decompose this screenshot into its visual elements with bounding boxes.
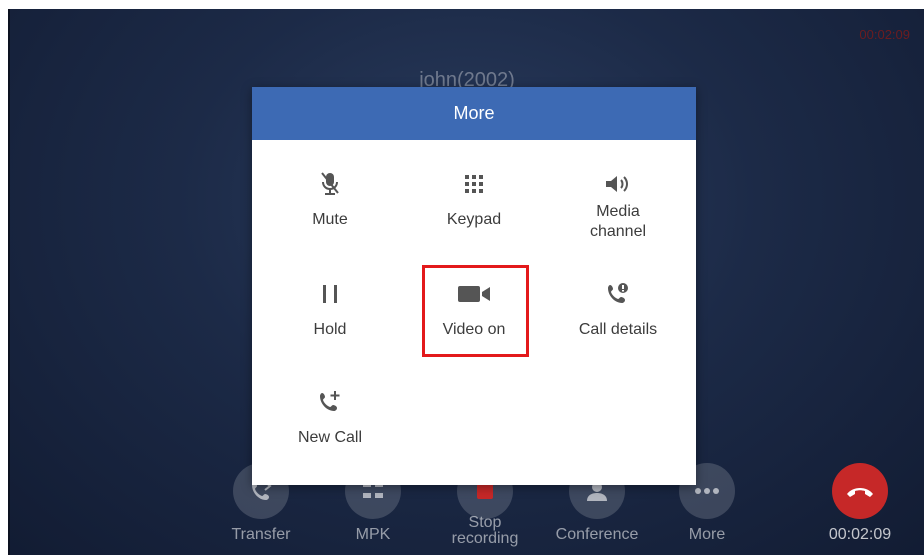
add-call-icon — [256, 388, 404, 416]
media-channel-option[interactable]: Media channel — [544, 170, 692, 242]
more-dialog-title: More — [252, 87, 696, 140]
keypad-icon — [400, 170, 548, 198]
speaker-icon — [544, 170, 692, 198]
call-details-icon — [544, 280, 692, 308]
keypad-option[interactable]: Keypad — [400, 170, 548, 230]
new-call-option[interactable]: New Call — [256, 388, 404, 448]
hold-label: Hold — [313, 321, 347, 338]
mute-label: Mute — [312, 211, 348, 228]
mute-option[interactable]: Mute — [256, 170, 404, 230]
hold-option[interactable]: Hold — [256, 280, 404, 340]
keypad-label: Keypad — [446, 211, 502, 228]
call-details-option[interactable]: Call details — [544, 280, 692, 340]
pause-icon — [256, 280, 404, 308]
media-channel-label: Media channel — [589, 203, 647, 240]
mute-mic-icon — [256, 170, 404, 198]
video-on-highlight-box — [422, 265, 529, 357]
new-call-label: New Call — [297, 429, 362, 446]
call-details-label: Call details — [578, 321, 658, 338]
